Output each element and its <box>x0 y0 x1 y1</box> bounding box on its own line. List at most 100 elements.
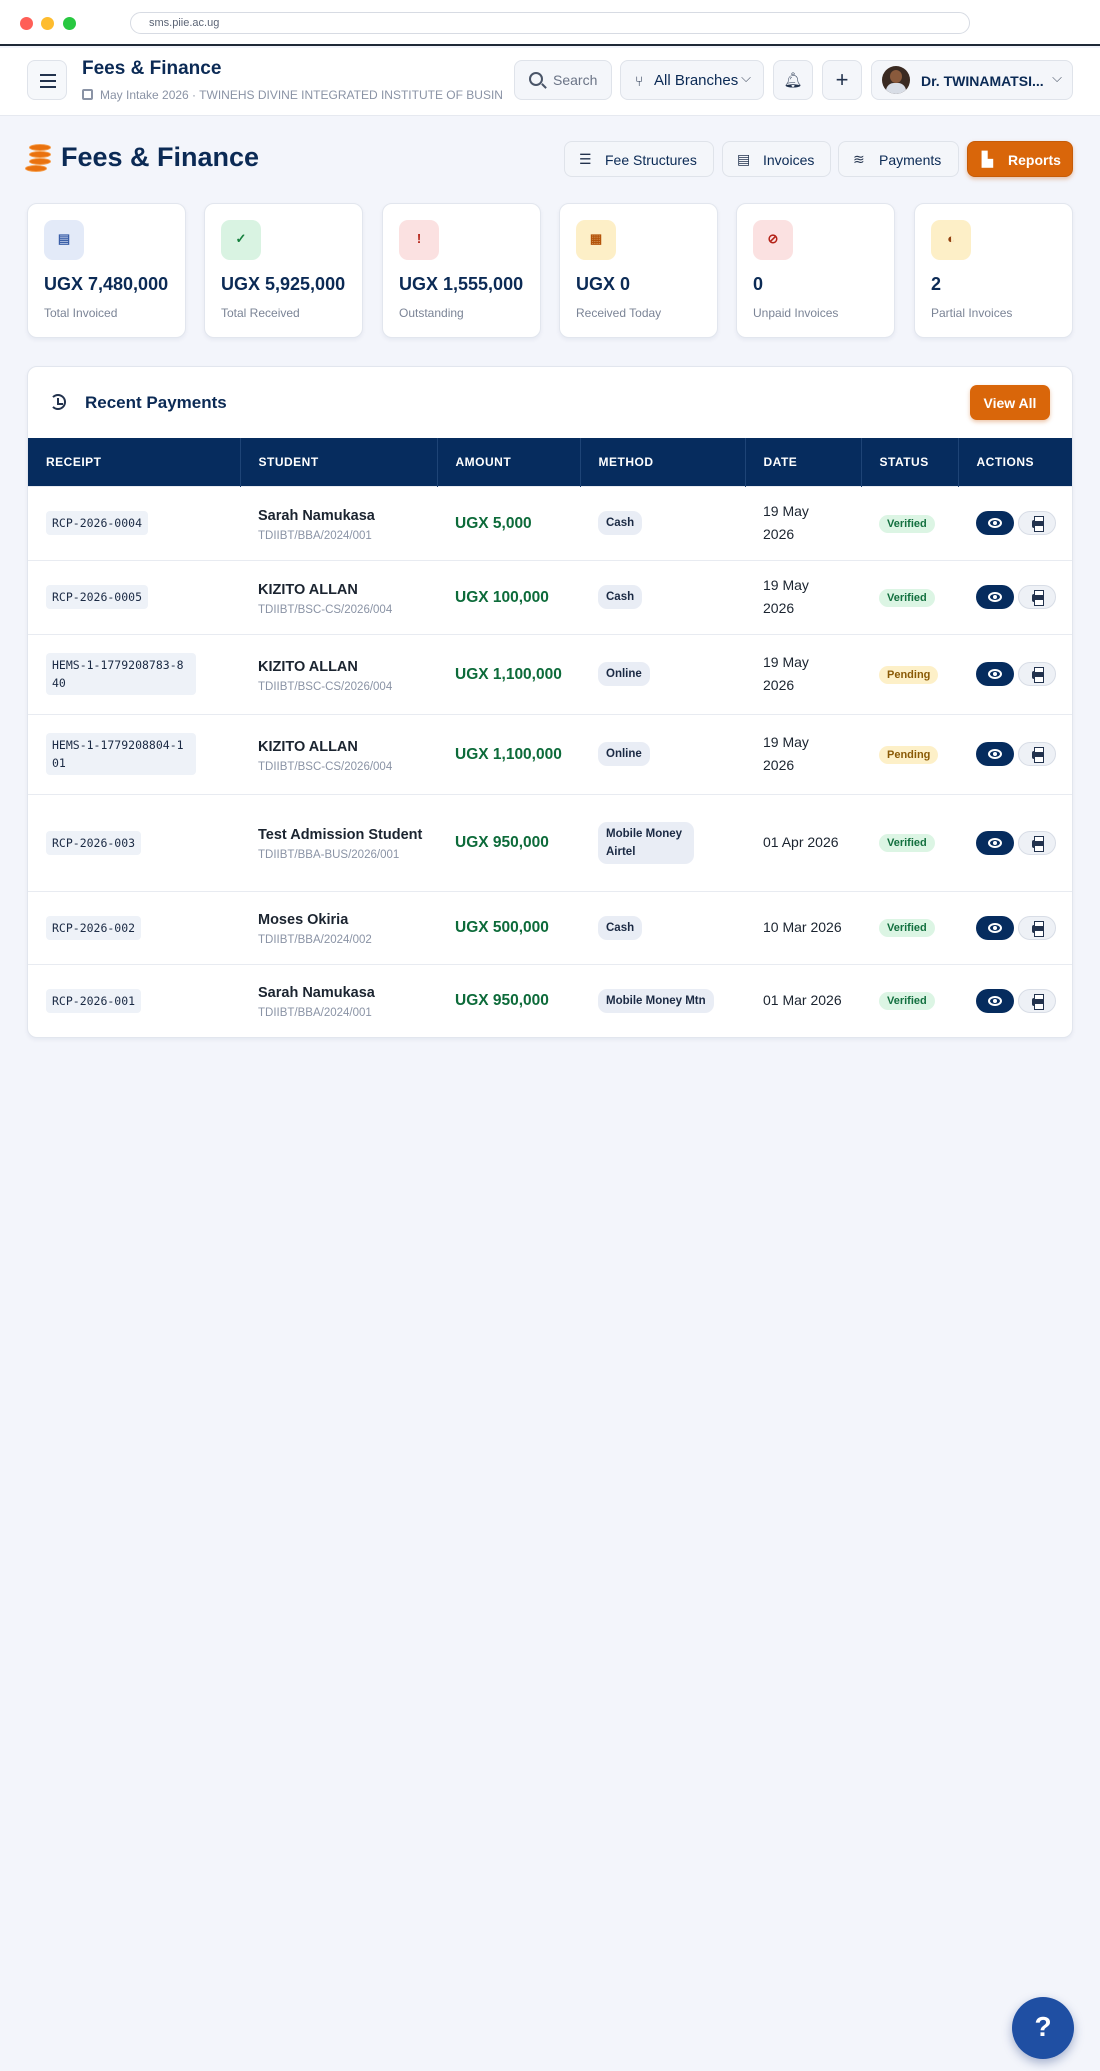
view-payment-button[interactable] <box>976 915 1014 940</box>
printer-icon <box>1032 590 1044 606</box>
tab-label: Reports <box>1008 152 1061 168</box>
view-payment-button[interactable] <box>976 511 1014 535</box>
method-cell: Cash <box>580 559 745 634</box>
date-cell: 19 May 2026 <box>745 559 861 634</box>
payment-method-badge: Cash <box>598 585 643 609</box>
close-window-icon[interactable] <box>20 17 33 30</box>
receipt-number: HEMS-1-1779208783-840 <box>46 653 196 695</box>
status-badge: Pending <box>879 745 939 764</box>
payment-amount: UGX 950,000 <box>455 992 549 1010</box>
half-circle-icon: ◐ <box>931 220 971 260</box>
print-receipt-button[interactable] <box>1018 511 1056 535</box>
stat-partial-invoices-card: ◐ 2 Partial Invoices <box>914 203 1073 338</box>
column-header-date: DATE <box>745 438 862 486</box>
print-receipt-button[interactable] <box>1018 585 1056 609</box>
student-cell: KIZITO ALLAN TDIIBT/BSC-CS/2026/004 <box>240 559 437 634</box>
method-cell: Cash <box>580 890 745 964</box>
user-name: Dr. TWINAMATSI... <box>921 73 1044 89</box>
receipt-number: RCP-2026-0004 <box>46 511 149 535</box>
chevron-down-icon: ⌵ <box>1052 70 1062 85</box>
bell-icon: 🔔︎ <box>783 72 803 89</box>
actions-cell <box>958 793 1072 891</box>
hamburger-menu-button[interactable] <box>27 60 67 100</box>
help-button[interactable]: ? <box>1012 1997 1074 2059</box>
print-receipt-button[interactable] <box>1018 742 1056 766</box>
payment-date: 01 Apr 2026 <box>763 834 839 850</box>
print-receipt-button[interactable] <box>1018 830 1056 855</box>
student-name: KIZITO ALLAN <box>258 658 358 675</box>
print-receipt-button[interactable] <box>1018 662 1056 686</box>
tab-invoices[interactable]: ▤ Invoices <box>722 141 831 177</box>
search-button[interactable]: Search <box>514 60 612 100</box>
printer-icon <box>1032 835 1044 852</box>
receipt-cell: RCP-2026-001 <box>28 963 240 1037</box>
payment-method-badge: Online <box>598 742 650 766</box>
view-all-button[interactable]: View All <box>970 385 1050 420</box>
branch-label: All Branches <box>654 72 739 89</box>
student-cell: Sarah Namukasa TDIIBT/BBA/2024/001 <box>240 485 437 560</box>
printer-icon <box>1032 920 1044 937</box>
notifications-button[interactable]: 🔔︎ <box>773 60 813 100</box>
view-payment-button[interactable] <box>976 988 1014 1013</box>
eye-icon <box>988 592 1002 602</box>
user-menu-button[interactable]: Dr. TWINAMATSI... ⌵ <box>871 60 1073 100</box>
stat-unpaid-invoices-card: ⊘ 0 Unpaid Invoices <box>736 203 895 338</box>
receipt-number: RCP-2026-002 <box>46 915 142 940</box>
eye-icon <box>988 995 1002 1006</box>
stat-label: Total Received <box>221 306 300 320</box>
stat-total-invoiced-card: ▤ UGX 7,480,000 Total Invoiced <box>27 203 186 338</box>
check-circle-icon: ✓ <box>221 220 261 260</box>
page-heading: Fees & Finance <box>61 142 260 172</box>
minimize-window-icon[interactable] <box>41 17 54 30</box>
amount-cell: UGX 950,000 <box>437 793 580 891</box>
payment-method-badge: Cash <box>598 511 643 535</box>
tab-reports[interactable]: ▙ Reports <box>967 141 1073 177</box>
invoice-icon: ▤ <box>737 151 751 167</box>
stat-value: 2 <box>931 274 942 294</box>
method-cell: Mobile Money Mtn <box>580 963 745 1037</box>
printer-icon <box>1032 747 1044 763</box>
student-id: TDIIBT/BSC-CS/2026/004 <box>258 603 393 616</box>
payment-method-badge: Mobile Money Mtn <box>598 988 714 1013</box>
eye-icon <box>988 922 1002 933</box>
print-receipt-button[interactable] <box>1018 988 1056 1013</box>
maximize-window-icon[interactable] <box>63 17 76 30</box>
method-cell: Online <box>580 633 745 714</box>
date-cell: 01 Apr 2026 <box>745 793 861 891</box>
ban-icon: ⊘ <box>753 220 793 260</box>
quick-add-button[interactable]: + <box>822 60 862 100</box>
method-cell: Online <box>580 713 745 794</box>
stat-value: 0 <box>753 274 764 294</box>
chart-icon: ▙ <box>982 151 993 167</box>
receipt-number: RCP-2026-001 <box>46 988 142 1013</box>
tab-fee-structures[interactable]: ☰ Fee Structures <box>564 141 714 177</box>
amount-cell: UGX 5,000 <box>437 485 580 560</box>
stat-label: Outstanding <box>399 306 464 320</box>
stat-value: UGX 1,555,000 <box>399 274 524 294</box>
view-payment-button[interactable] <box>976 585 1014 609</box>
stat-label: Total Invoiced <box>44 306 118 320</box>
stat-value: UGX 0 <box>576 274 631 294</box>
coins-icon <box>25 142 52 172</box>
branch-selector[interactable]: ⑂ All Branches ⌵ <box>620 60 764 100</box>
header-subtitle: May Intake 2026 · TWINEHS DIVINE INTEGRA… <box>82 88 502 102</box>
student-name: Sarah Namukasa <box>258 507 375 524</box>
receipt-cell: HEMS-1-1779208783-840 <box>28 633 240 714</box>
tab-payments[interactable]: ≋ Payments <box>838 141 959 177</box>
print-receipt-button[interactable] <box>1018 915 1056 940</box>
address-bar[interactable]: sms.piie.ac.ug <box>130 12 970 34</box>
tab-label: Invoices <box>763 152 815 168</box>
view-payment-button[interactable] <box>976 742 1014 766</box>
student-id: TDIIBT/BBA/2024/001 <box>258 1007 372 1020</box>
view-payment-button[interactable] <box>976 662 1014 686</box>
printer-icon <box>1032 516 1044 532</box>
table-row: RCP-2026-0004 Sarah Namukasa TDIIBT/BBA/20… <box>28 485 1072 560</box>
date-cell: 01 Mar 2026 <box>745 963 861 1037</box>
eye-icon <box>988 837 1002 848</box>
actions-cell <box>958 713 1072 794</box>
column-header-status: STATUS <box>861 438 959 486</box>
actions-cell <box>958 963 1072 1037</box>
view-payment-button[interactable] <box>976 830 1014 855</box>
payment-amount: UGX 5,000 <box>455 514 532 532</box>
student-name: Test Admission Student <box>258 827 423 843</box>
